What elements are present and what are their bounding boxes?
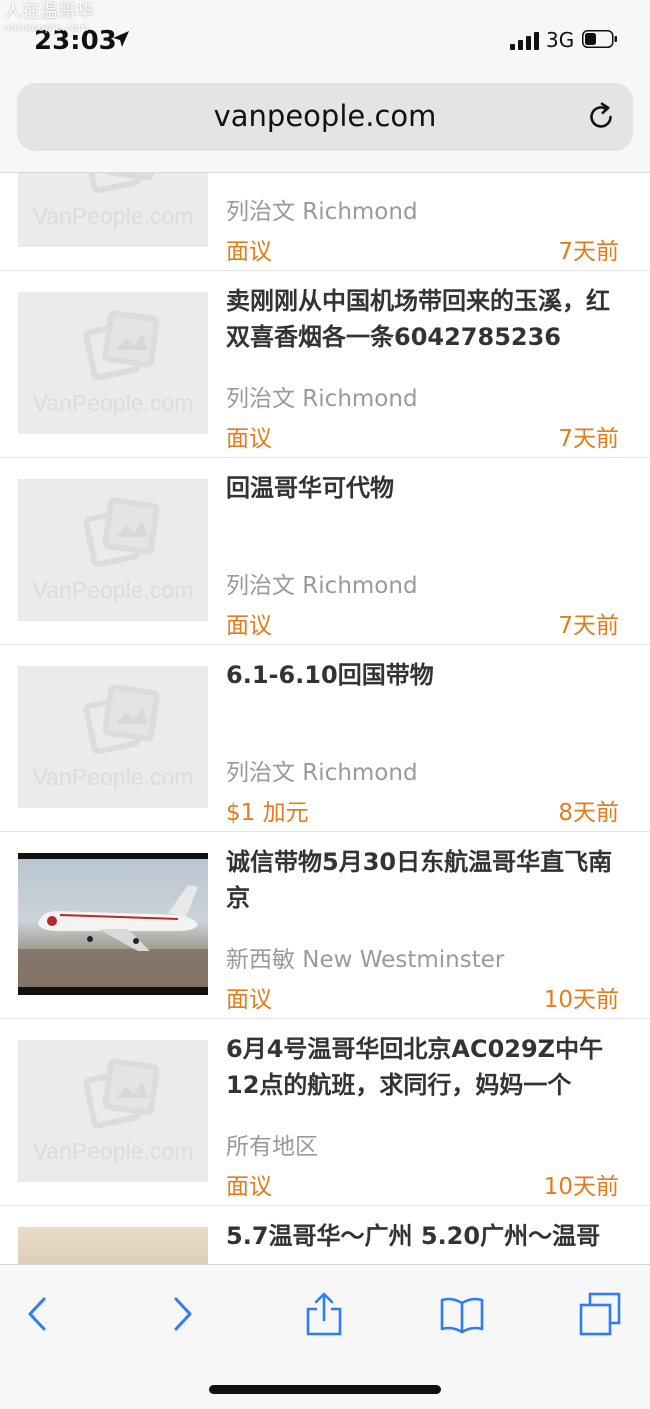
airplane-photo-icon [18, 853, 208, 995]
listing-location: 列治文 Richmond [226, 573, 418, 599]
listing-age: 10天前 [543, 1174, 619, 1200]
image-placeholder-icon [83, 497, 160, 567]
listing-title[interactable]: 诚信带物5月30日东航温哥华直飞南京 [226, 844, 626, 916]
listing-item[interactable]: VanPeople.com 列治文 Richmond 面议 7天前 [0, 172, 650, 271]
listing-price: 面议 [226, 987, 272, 1013]
thumbnail-placeholder: VanPeople.com [18, 479, 208, 621]
listing-title[interactable]: 卖刚刚从中国机场带回来的玉溪，红双喜香烟各一条6042785236 [226, 283, 626, 355]
listing-price: 面议 [226, 613, 272, 639]
listing-item[interactable]: 诚信带物5月30日东航温哥华直飞南京 新西敏 New Westminster 面… [0, 832, 650, 1019]
placeholder-logo-text: VanPeople.com [32, 577, 194, 603]
listing-location: 列治文 Richmond [226, 386, 418, 412]
placeholder-logo-text: VanPeople.com [32, 390, 194, 416]
browser-address-area: vanpeople.com [0, 80, 650, 173]
home-indicator[interactable] [209, 1385, 441, 1394]
listing-location: 列治文 Richmond [226, 760, 418, 786]
image-placeholder-icon [83, 310, 160, 380]
watermark-text: 人在温哥华 [4, 1, 94, 22]
forward-arrow-icon[interactable] [160, 1291, 204, 1337]
image-placeholder-icon [83, 1058, 160, 1128]
listing-location: 所有地区 [226, 1134, 318, 1160]
image-placeholder-icon [83, 684, 160, 754]
image-placeholder-icon [83, 172, 160, 193]
listing-item[interactable]: 5.7温哥华～广州 5.20广州～温哥 [0, 1206, 650, 1264]
listing-age: 10天前 [543, 987, 619, 1013]
thumbnail-placeholder: VanPeople.com [18, 172, 208, 247]
cellular-signal-icon [510, 30, 540, 50]
listing-location: 列治文 Richmond [226, 199, 418, 225]
listing-age: 7天前 [558, 239, 619, 265]
placeholder-logo-text: VanPeople.com [32, 764, 194, 790]
thumbnail-placeholder: VanPeople.com [18, 666, 208, 808]
reload-icon[interactable] [585, 101, 617, 133]
listing-title[interactable]: 6.1-6.10回国带物 [226, 657, 626, 693]
share-icon[interactable] [302, 1291, 346, 1337]
status-bar: 23:03 3G [0, 0, 650, 80]
back-arrow-icon[interactable] [16, 1291, 60, 1337]
network-type: 3G [546, 28, 575, 52]
listing-age: 8天前 [558, 800, 619, 826]
thumbnail-placeholder: VanPeople.com [18, 1040, 208, 1182]
listing-price: 面议 [226, 426, 272, 452]
listing-price: 面议 [226, 1174, 272, 1200]
listing-price: $1 加元 [226, 800, 309, 826]
thumbnail-placeholder: VanPeople.com [18, 292, 208, 434]
listing-age: 7天前 [558, 613, 619, 639]
listing-location: 新西敏 New Westminster [226, 947, 505, 973]
listing-title[interactable]: 回温哥华可代物 [226, 470, 626, 506]
location-arrow-icon [113, 31, 129, 47]
battery-icon [582, 30, 617, 48]
listing-list: VanPeople.com 列治文 Richmond 面议 7天前 VanPeo… [0, 172, 650, 1264]
listing-item[interactable]: VanPeople.com 回温哥华可代物 列治文 Richmond 面议 7天… [0, 458, 650, 645]
site-watermark: 人在温哥华 vanpeople.com [4, 2, 94, 34]
placeholder-logo-text: VanPeople.com [32, 1138, 194, 1164]
bookmarks-icon[interactable] [440, 1291, 484, 1337]
listing-item[interactable]: VanPeople.com 6.1-6.10回国带物 列治文 Richmond … [0, 645, 650, 832]
thumbnail-room-photo [18, 1227, 208, 1264]
listing-title[interactable]: 5.7温哥华～广州 5.20广州～温哥 [226, 1218, 626, 1254]
listing-item[interactable]: VanPeople.com 6月4号温哥华回北京AC029Z中午12点的航班，求… [0, 1019, 650, 1206]
thumbnail-airplane-photo [18, 853, 208, 995]
placeholder-logo-text: VanPeople.com [32, 203, 194, 229]
address-bar[interactable]: vanpeople.com [17, 83, 633, 151]
tabs-icon[interactable] [578, 1291, 622, 1337]
watermark-subtext: vanpeople.com [4, 21, 89, 34]
listing-age: 7天前 [558, 426, 619, 452]
url-text: vanpeople.com [213, 99, 437, 133]
listing-title[interactable]: 6月4号温哥华回北京AC029Z中午12点的航班，求同行，妈妈一个 [226, 1031, 626, 1103]
listing-item[interactable]: VanPeople.com 卖刚刚从中国机场带回来的玉溪，红双喜香烟各一条604… [0, 271, 650, 458]
listing-price: 面议 [226, 239, 272, 265]
